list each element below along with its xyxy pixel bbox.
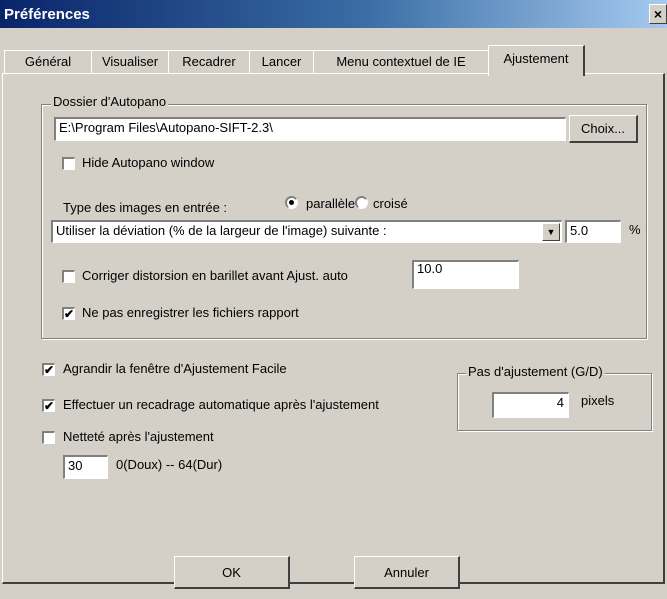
tab-lancer[interactable]: Lancer xyxy=(249,50,314,74)
close-icon[interactable]: × xyxy=(649,4,667,24)
step-value-input[interactable]: 4 xyxy=(492,392,569,418)
barrel-value-input[interactable]: 10.0 xyxy=(412,260,519,289)
cancel-button[interactable]: Annuler xyxy=(354,556,460,589)
radio-parallel-label: parallèle xyxy=(306,196,356,211)
no-report-checkbox[interactable]: ✔ xyxy=(62,307,75,320)
enlarge-checkbox[interactable]: ✔ xyxy=(42,363,55,376)
autocrop-checkbox[interactable]: ✔ xyxy=(42,399,55,412)
no-report-label: Ne pas enregistrer les fichiers rapport xyxy=(82,305,299,320)
ok-button[interactable]: OK xyxy=(174,556,290,589)
hide-autopano-label: Hide Autopano window xyxy=(82,155,215,170)
barrel-checkbox[interactable] xyxy=(62,270,75,283)
autopano-group-label: Dossier d'Autopano xyxy=(51,94,169,109)
autocrop-label: Effectuer un recadrage automatique après… xyxy=(63,397,379,412)
radio-selected-dot xyxy=(289,200,294,205)
deviation-select-value: Utiliser la déviation (% de la largeur d… xyxy=(56,223,387,238)
deviation-select[interactable]: Utiliser la déviation (% de la largeur d… xyxy=(51,220,562,243)
step-unit-label: pixels xyxy=(581,393,615,408)
radio-crossed-label: croisé xyxy=(373,196,408,211)
radio-crossed[interactable] xyxy=(355,196,368,209)
percent-label: % xyxy=(629,222,641,237)
hide-autopano-checkbox[interactable] xyxy=(62,157,75,170)
sharpen-checkbox[interactable] xyxy=(42,431,55,444)
radio-parallel[interactable] xyxy=(285,196,298,209)
tab-menu-contextuel[interactable]: Menu contextuel de IE xyxy=(313,50,489,74)
tab-recadrer[interactable]: Recadrer xyxy=(168,50,250,74)
window-title: Préférences xyxy=(4,6,90,23)
chevron-down-icon[interactable]: ▼ xyxy=(542,223,560,241)
tab-general[interactable]: Général xyxy=(4,50,92,74)
tab-ajustement[interactable]: Ajustement xyxy=(488,45,585,76)
image-type-label: Type des images en entrée : xyxy=(63,200,228,215)
sharpen-range-label: 0(Doux) -- 64(Dur) xyxy=(116,457,223,472)
browse-button[interactable]: Choix... xyxy=(569,115,638,143)
title-bar[interactable]: Préférences × xyxy=(0,0,667,28)
enlarge-label: Agrandir la fenêtre d'Ajustement Facile xyxy=(63,361,287,376)
deviation-value-input[interactable]: 5.0 xyxy=(565,220,621,243)
autopano-path-input[interactable]: E:\Program Files\Autopano-SIFT-2.3\ xyxy=(54,117,566,141)
tab-visualiser[interactable]: Visualiser xyxy=(91,50,169,74)
barrel-label: Corriger distorsion en barillet avant Aj… xyxy=(82,268,348,283)
step-group-label: Pas d'ajustement (G/D) xyxy=(466,364,605,379)
sharpen-value-input[interactable]: 30 xyxy=(63,455,108,479)
sharpen-label: Netteté après l'ajustement xyxy=(63,429,214,444)
